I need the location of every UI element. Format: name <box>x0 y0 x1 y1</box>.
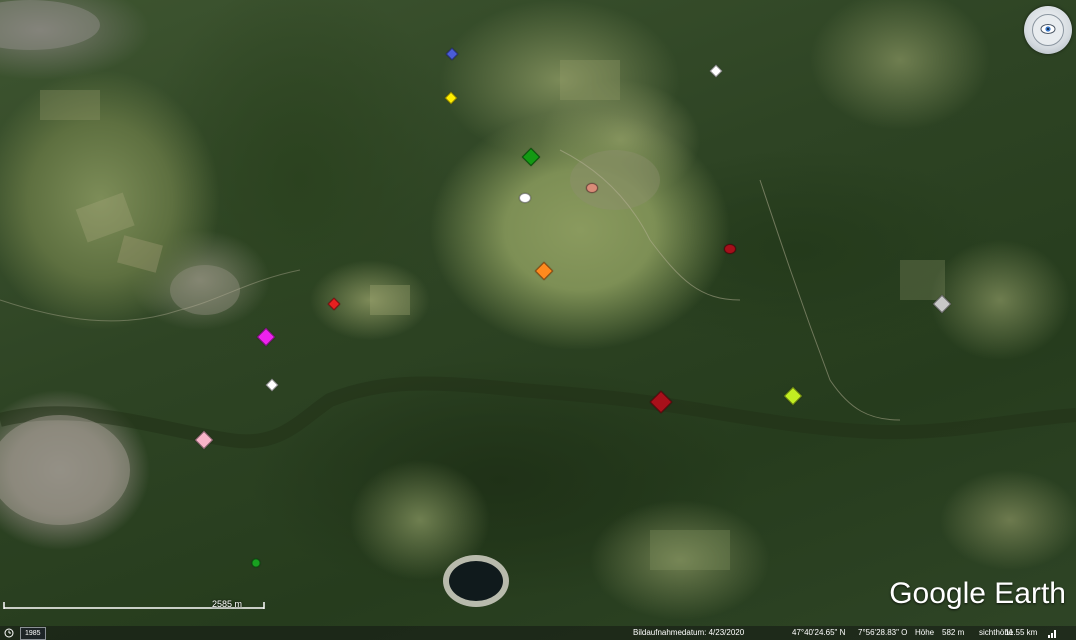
map-marker-small-green[interactable] <box>251 558 261 568</box>
scale-label: 2585 m <box>212 599 243 609</box>
map-marker-salmon[interactable] <box>586 183 598 193</box>
status-bar: 1985 Bildaufnahmedatum: 4/23/2020 47°40'… <box>0 626 1076 640</box>
elevation-readout: 582 m <box>942 628 965 637</box>
historical-year-badge[interactable]: 1985 <box>20 627 46 640</box>
imagery-date: Bildaufnahmedatum: 4/23/2020 <box>633 628 745 637</box>
elevation-label: Höhe <box>915 628 935 637</box>
navigation-compass-icon[interactable] <box>1024 6 1072 54</box>
satellite-map[interactable] <box>0 0 1076 640</box>
look-eye-icon[interactable] <box>1040 23 1056 35</box>
latitude-readout: 47°40'24.65" N <box>792 628 846 637</box>
streaming-status-icon <box>1048 630 1056 638</box>
google-earth-logo: Google Earth <box>889 577 1066 610</box>
historical-imagery-icon[interactable] <box>3 628 15 638</box>
map-marker-white-dot[interactable] <box>519 193 531 203</box>
map-marker-dark-red-dot[interactable] <box>724 244 736 254</box>
longitude-readout: 7°56'28.83" O <box>858 628 908 637</box>
eye-altitude-readout: 11.55 km <box>1005 628 1038 637</box>
terrain-overlay <box>0 0 1076 607</box>
